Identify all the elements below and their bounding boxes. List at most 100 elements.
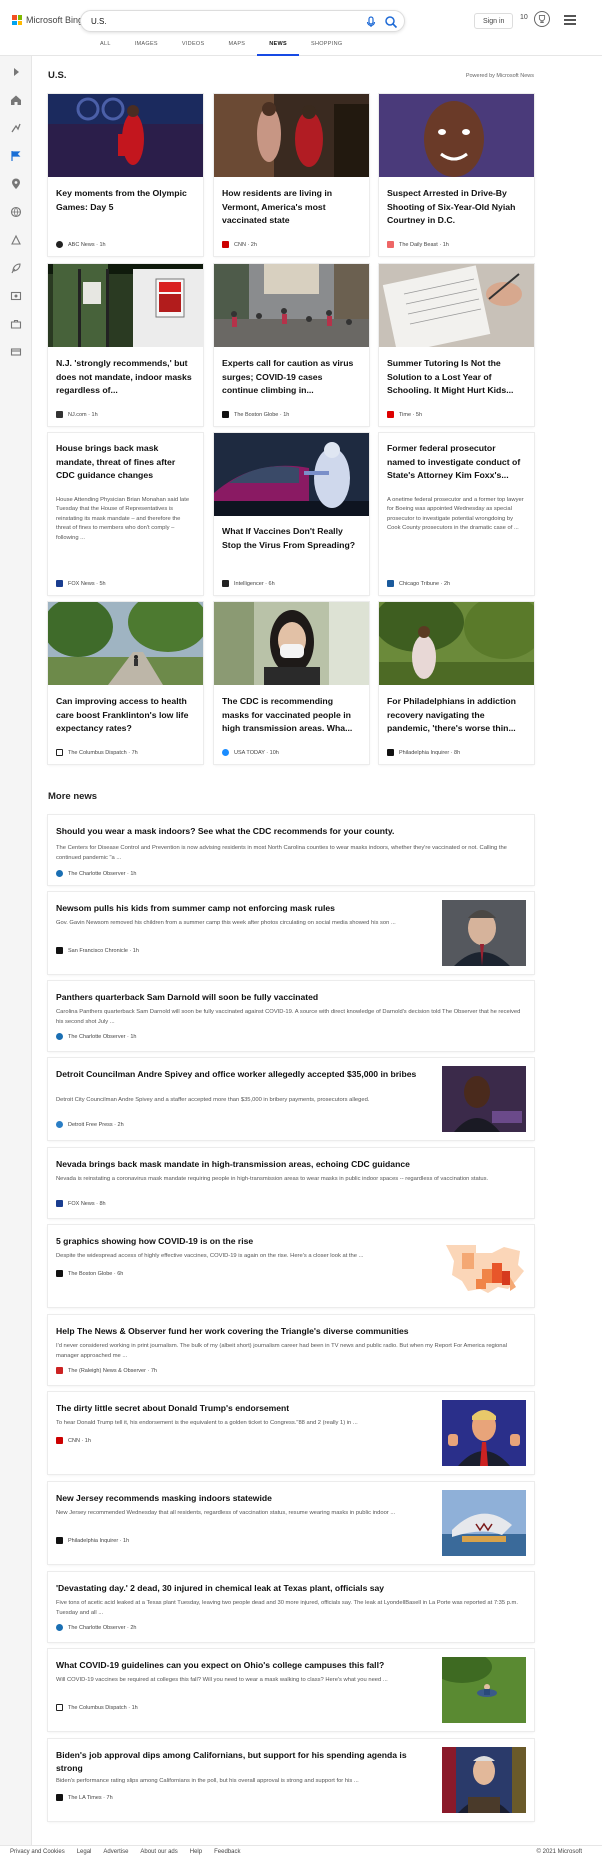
item-title[interactable]: Should you wear a mask indoors? See what… (56, 825, 526, 838)
tab-images[interactable]: IMAGES (123, 38, 170, 56)
news-list-item[interactable]: 'Devastating day.' 2 dead, 30 injured in… (48, 1572, 534, 1642)
news-list-item[interactable]: Detroit Councilman Andre Spivey and offi… (48, 1058, 534, 1140)
news-card[interactable]: Summer Tutoring Is Not the Solution to a… (379, 264, 534, 426)
microphone-icon[interactable] (364, 15, 378, 29)
card-title[interactable]: For Philadelphians in addiction recovery… (387, 695, 526, 736)
boston-globe-logo-icon (222, 411, 229, 418)
card-title[interactable]: Experts call for caution as virus surges… (222, 357, 361, 398)
item-title[interactable]: 5 graphics showing how COVID-19 is on th… (56, 1235, 426, 1248)
item-title[interactable]: Panthers quarterback Sam Darnold will so… (56, 991, 526, 1004)
news-card[interactable]: N.J. 'strongly recommends,' but does not… (48, 264, 203, 426)
brand-name: Microsoft Bing (26, 15, 84, 25)
item-title[interactable]: What COVID-19 guidelines can you expect … (56, 1659, 426, 1672)
politics-icon[interactable] (10, 234, 22, 246)
news-list-item[interactable]: Panthers quarterback Sam Darnold will so… (48, 981, 534, 1051)
footer-link-about-ads[interactable]: About our ads (140, 1849, 177, 1855)
item-title[interactable]: Detroit Councilman Andre Spivey and offi… (56, 1068, 426, 1081)
card-title[interactable]: N.J. 'strongly recommends,' but does not… (56, 357, 195, 398)
footer-link-advertise[interactable]: Advertise (103, 1849, 128, 1855)
item-snippet: Will COVID-19 vaccines be required at co… (56, 1677, 388, 1683)
item-title[interactable]: Nevada brings back mask mandate in high-… (56, 1158, 526, 1171)
news-list-item[interactable]: Should you wear a mask indoors? See what… (48, 815, 534, 885)
news-list-item[interactable]: What COVID-19 guidelines can you expect … (48, 1649, 534, 1731)
shark-attraction-image (442, 1490, 526, 1556)
news-card[interactable]: Key moments from the Olympic Games: Day … (48, 94, 203, 256)
news-card[interactable]: How residents are living in Vermont, Ame… (214, 94, 369, 256)
biden-podium-image (442, 1747, 526, 1813)
powered-by[interactable]: Powered by Microsoft News (466, 73, 534, 79)
item-title[interactable]: 'Devastating day.' 2 dead, 30 injured in… (56, 1582, 526, 1595)
bing-logo[interactable]: Microsoft Bing (12, 15, 83, 25)
footer-link-feedback[interactable]: Feedback (214, 1849, 240, 1855)
item-title[interactable]: New Jersey recommends masking indoors st… (56, 1492, 426, 1505)
location-icon[interactable] (10, 178, 22, 190)
card-title[interactable]: Summer Tutoring Is Not the Solution to a… (387, 357, 526, 398)
footer-link-help[interactable]: Help (190, 1849, 202, 1855)
covid-us-map-image (442, 1233, 526, 1299)
child-portrait-image (379, 94, 534, 177)
mask-signs-image (48, 264, 203, 347)
science-rocket-icon[interactable] (10, 262, 22, 274)
card-title[interactable]: How residents are living in Vermont, Ame… (222, 187, 361, 228)
home-icon[interactable] (10, 94, 22, 106)
cnn-logo-icon (56, 1437, 63, 1444)
fox-news-logo-icon (56, 580, 63, 587)
tab-news[interactable]: NEWS (257, 38, 299, 56)
news-list-item[interactable]: Nevada brings back mask mandate in high-… (48, 1148, 534, 1218)
card-title[interactable]: Former federal prosecutor named to inves… (387, 442, 526, 483)
detroit-free-press-logo-icon (56, 1121, 63, 1128)
crowded-street-image (214, 264, 369, 347)
rewards-count[interactable]: 10 (520, 14, 528, 21)
card-title[interactable]: What If Vaccines Don't Really Stop the V… (222, 525, 361, 552)
menu-icon[interactable] (564, 15, 576, 25)
news-list-item[interactable]: Biden's job approval dips among Californ… (48, 1739, 534, 1821)
news-list-item[interactable]: New Jersey recommends masking indoors st… (48, 1482, 534, 1564)
item-source: The LA Times · 7h (56, 1794, 113, 1801)
news-card[interactable]: Can improving access to health care boos… (48, 602, 203, 764)
rewards-trophy-icon[interactable] (534, 11, 550, 27)
search-icon[interactable] (384, 15, 398, 29)
item-title[interactable]: Newsom pulls his kids from summer camp n… (56, 902, 426, 915)
card-snippet: House Attending Physician Brian Monahan … (56, 497, 190, 541)
item-source: FOX News · 8h (56, 1200, 106, 1207)
item-title[interactable]: Biden's job approval dips among Californ… (56, 1749, 426, 1775)
more-news-heading: More news (48, 791, 98, 802)
globe-icon[interactable] (10, 206, 22, 218)
entertainment-icon[interactable] (10, 290, 22, 302)
card-snippet: A onetime federal prosecutor and a forme… (387, 497, 524, 532)
tab-all[interactable]: ALL (88, 38, 123, 56)
item-title[interactable]: The dirty little secret about Donald Tru… (56, 1402, 426, 1415)
card-source: The Columbus Dispatch · 7h (56, 749, 138, 756)
tab-videos[interactable]: VIDEOS (170, 38, 217, 56)
news-card[interactable]: Experts call for caution as virus surges… (214, 264, 369, 426)
trending-icon[interactable] (10, 122, 22, 134)
news-list-item[interactable]: Help The News & Observer fund her work c… (48, 1315, 534, 1385)
card-title[interactable]: Suspect Arrested in Drive-By Shooting of… (387, 187, 526, 228)
card-title[interactable]: House brings back mask mandate, threat o… (56, 442, 195, 483)
news-card[interactable]: House brings back mask mandate, threat o… (48, 433, 203, 595)
card-title[interactable]: The CDC is recommending masks for vaccin… (222, 695, 361, 736)
news-card[interactable]: Suspect Arrested in Drive-By Shooting of… (379, 94, 534, 256)
news-list-item[interactable]: Newsom pulls his kids from summer camp n… (48, 892, 534, 974)
news-card[interactable]: For Philadelphians in addiction recovery… (379, 602, 534, 764)
flag-icon[interactable] (10, 150, 22, 162)
news-list-item[interactable]: The dirty little secret about Donald Tru… (48, 1392, 534, 1474)
news-card[interactable]: Former federal prosecutor named to inves… (379, 433, 534, 595)
footer-link-legal[interactable]: Legal (77, 1849, 92, 1855)
tab-shopping[interactable]: SHOPPING (299, 38, 354, 56)
news-card[interactable]: What If Vaccines Don't Really Stop the V… (214, 433, 369, 595)
tab-maps[interactable]: MAPS (216, 38, 257, 56)
news-list-item[interactable]: 5 graphics showing how COVID-19 is on th… (48, 1225, 534, 1307)
search-input[interactable] (91, 14, 361, 29)
card-title[interactable]: Can improving access to health care boos… (56, 695, 195, 736)
sign-in-button[interactable]: Sign in (474, 13, 514, 29)
footer-link-privacy[interactable]: Privacy and Cookies (10, 1849, 65, 1855)
copyright: © 2021 Microsoft (536, 1849, 582, 1855)
money-icon[interactable] (10, 346, 22, 358)
item-title[interactable]: Help The News & Observer fund her work c… (56, 1325, 526, 1338)
business-icon[interactable] (10, 318, 22, 330)
student-writing-image (379, 264, 534, 347)
news-card[interactable]: The CDC is recommending masks for vaccin… (214, 602, 369, 764)
expand-sidebar-icon[interactable] (10, 66, 22, 78)
card-title[interactable]: Key moments from the Olympic Games: Day … (56, 187, 195, 214)
